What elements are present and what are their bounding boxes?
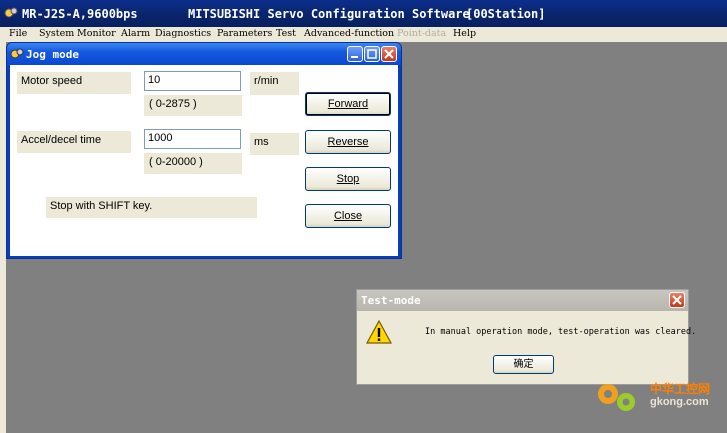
close-button[interactable]: Close [305,204,391,228]
jog-title-bar[interactable]: Jog mode [7,43,401,65]
jog-window-title: Jog mode [26,48,79,61]
motor-speed-input[interactable]: 10 [144,71,241,91]
accel-decel-range: ( 0-20000 ) [144,153,242,174]
menu-bar: File System Monitor Alarm Diagnostics Pa… [0,27,727,42]
menu-point-data: Point-data [397,28,447,39]
menu-file[interactable]: File [9,28,27,39]
warning-icon [366,320,392,344]
test-mode-title: Test-mode [361,294,421,307]
minimize-button[interactable] [347,46,363,62]
menu-advanced-function[interactable]: Advanced-function [304,28,394,39]
reverse-button[interactable]: Reverse [305,130,391,154]
accel-decel-unit: ms [250,133,299,155]
jog-mode-window: Jog mode Motor speed ( 0-2875 ) 10 r/min… [6,42,402,259]
accel-decel-input[interactable]: 1000 [144,129,241,149]
maximize-icon [367,49,377,59]
app-icon [4,7,18,18]
app-title-connection: MR-J2S-A,9600bps [22,7,138,21]
dialog-close-button[interactable] [669,292,685,308]
test-mode-title-bar[interactable]: Test-mode [357,290,688,311]
test-mode-dialog: Test-mode In manual operation mode, test… [356,289,696,385]
menu-system[interactable]: System [39,28,74,39]
forward-button-label: Forward [327,98,369,110]
jog-client-area: Motor speed ( 0-2875 ) 10 r/min Accel/de… [10,65,398,256]
watermark-chinese-text: 中华工控网 [650,382,711,396]
app-title-bar: MR-J2S-A,9600bps MITSUBISHI Servo Config… [0,0,727,27]
ok-button-label: 确定 [513,359,534,370]
watermark-logo: 中华工控网 gkong.com [590,376,720,420]
close-icon [384,49,394,59]
close-icon [672,295,682,305]
menu-test[interactable]: Test [276,28,296,39]
close-window-button[interactable] [381,46,397,62]
motor-speed-range: ( 0-2875 ) [144,95,242,116]
motor-speed-label: Motor speed [17,72,131,94]
menu-parameters[interactable]: Parameters [217,28,272,39]
watermark-url: gkong.com [650,396,709,408]
stop-button[interactable]: Stop [305,167,391,191]
ok-button[interactable]: 确定 [493,355,554,374]
forward-button[interactable]: Forward [305,92,391,116]
minimize-icon [351,56,358,58]
stop-hint-text: Stop with SHIFT key. [46,197,257,218]
close-button-label: Close [333,210,363,222]
reverse-button-label: Reverse [327,136,369,148]
gear-logo-icon [598,384,635,411]
stop-button-label: Stop [336,173,360,185]
menu-diagnostics[interactable]: Diagnostics [155,28,211,39]
menu-alarm[interactable]: Alarm [121,28,150,39]
maximize-button[interactable] [364,46,380,62]
test-mode-message: In manual operation mode, test-operation… [425,327,697,337]
menu-monitor[interactable]: Monitor [77,28,116,39]
accel-decel-label: Accel/decel time [17,131,131,153]
menu-help[interactable]: Help [453,28,476,39]
jog-window-icon [10,48,24,59]
app-title-name: MITSUBISHI Servo Configuration Software [188,7,470,21]
app-title-station: [00Station] [466,7,546,21]
motor-speed-unit: r/min [250,72,299,95]
